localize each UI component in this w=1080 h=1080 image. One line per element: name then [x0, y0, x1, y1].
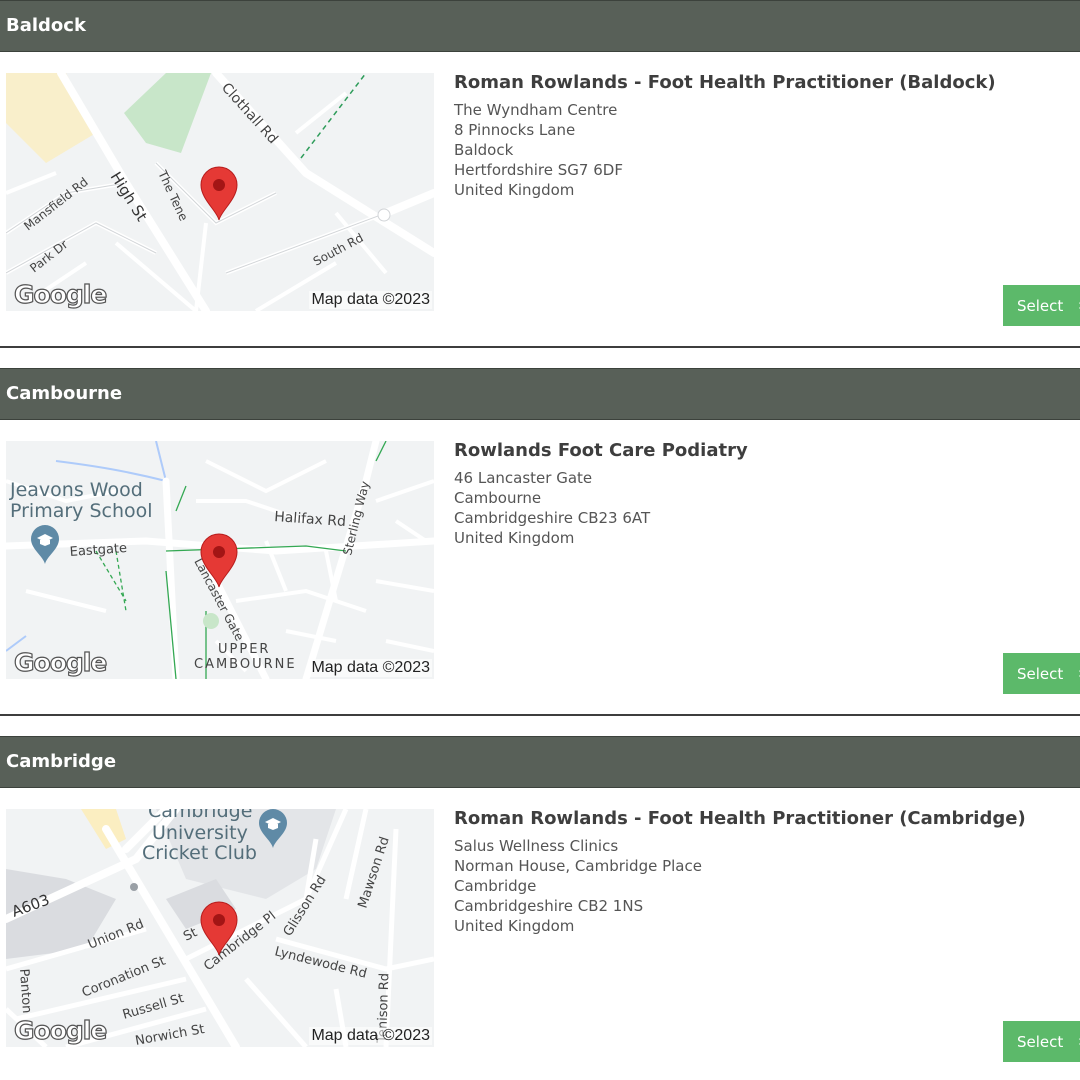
map-pin-icon[interactable]: [199, 532, 239, 588]
clinic-info: Roman Rowlands - Foot Health Practitione…: [454, 808, 1054, 936]
region-header: Cambourne: [0, 368, 1080, 420]
address-line: The Wyndham Centre: [454, 101, 618, 119]
svg-text:Cricket Club: Cricket Club: [142, 842, 257, 864]
address-line: Cambridgeshire CB2 1NS: [454, 897, 644, 915]
svg-text:Cambridge: Cambridge: [148, 809, 252, 822]
select-label: Select: [1017, 297, 1064, 315]
clinic-info: Rowlands Foot Care Podiatry 46 Lancaster…: [454, 440, 1054, 548]
map-credit[interactable]: Map data ©2023: [309, 291, 432, 309]
location-map[interactable]: Cambridge University Cricket Club A603 U…: [6, 809, 434, 1047]
address-line: United Kingdom: [454, 529, 575, 547]
address-line: Cambourne: [454, 489, 542, 507]
svg-text:UPPER: UPPER: [218, 642, 270, 657]
google-logo[interactable]: Google: [13, 647, 108, 677]
address-line: 46 Lancaster Gate: [454, 469, 593, 487]
select-button[interactable]: Select ›: [1003, 1021, 1080, 1062]
address-line: Baldock: [454, 141, 514, 159]
select-label: Select: [1017, 665, 1064, 683]
svg-text:University: University: [152, 822, 248, 844]
svg-text:Panton: Panton: [16, 968, 34, 1014]
select-label: Select: [1017, 1033, 1064, 1051]
school-icon[interactable]: [258, 809, 288, 849]
select-button[interactable]: Select ›: [1003, 285, 1080, 326]
svg-text:CAMBOURNE: CAMBOURNE: [194, 657, 297, 672]
svg-text:Jeavons Wood: Jeavons Wood: [9, 479, 143, 501]
address-line: United Kingdom: [454, 917, 575, 935]
address-line: United Kingdom: [454, 181, 575, 199]
clinic-name: Roman Rowlands - Foot Health Practitione…: [454, 72, 996, 93]
location-map[interactable]: Jeavons Wood Primary School Eastgate Hal…: [6, 441, 434, 679]
map-credit[interactable]: Map data ©2023: [309, 1027, 432, 1045]
region-header: Cambridge: [0, 736, 1080, 788]
address-line: Salus Wellness Clinics: [454, 837, 619, 855]
clinic-name: Rowlands Foot Care Podiatry: [454, 440, 748, 461]
google-logo[interactable]: Google: [13, 1015, 108, 1045]
address-line: Cambridgeshire CB23 6AT: [454, 509, 651, 527]
school-icon[interactable]: [30, 525, 60, 565]
clinic-info: Roman Rowlands - Foot Health Practitione…: [454, 72, 1054, 200]
location-map[interactable]: Clothall Rd High St The Tene Mansfield R…: [6, 73, 434, 311]
google-logo[interactable]: Google: [13, 279, 108, 309]
map-credit[interactable]: Map data ©2023: [309, 659, 432, 677]
svg-text:Primary School: Primary School: [10, 500, 153, 522]
address-line: Norman House, Cambridge Place: [454, 857, 702, 875]
region-header: Baldock: [0, 0, 1080, 52]
map-pin-icon[interactable]: [199, 900, 239, 956]
address-line: Cambridge: [454, 877, 537, 895]
section-divider: [0, 346, 1080, 348]
map-pin-icon[interactable]: [199, 165, 239, 221]
address-line: Hertfordshire SG7 6DF: [454, 161, 623, 179]
address-line: 8 Pinnocks Lane: [454, 121, 576, 139]
clinic-name: Roman Rowlands - Foot Health Practitione…: [454, 808, 1026, 829]
section-divider: [0, 714, 1080, 716]
select-button[interactable]: Select ›: [1003, 653, 1080, 694]
